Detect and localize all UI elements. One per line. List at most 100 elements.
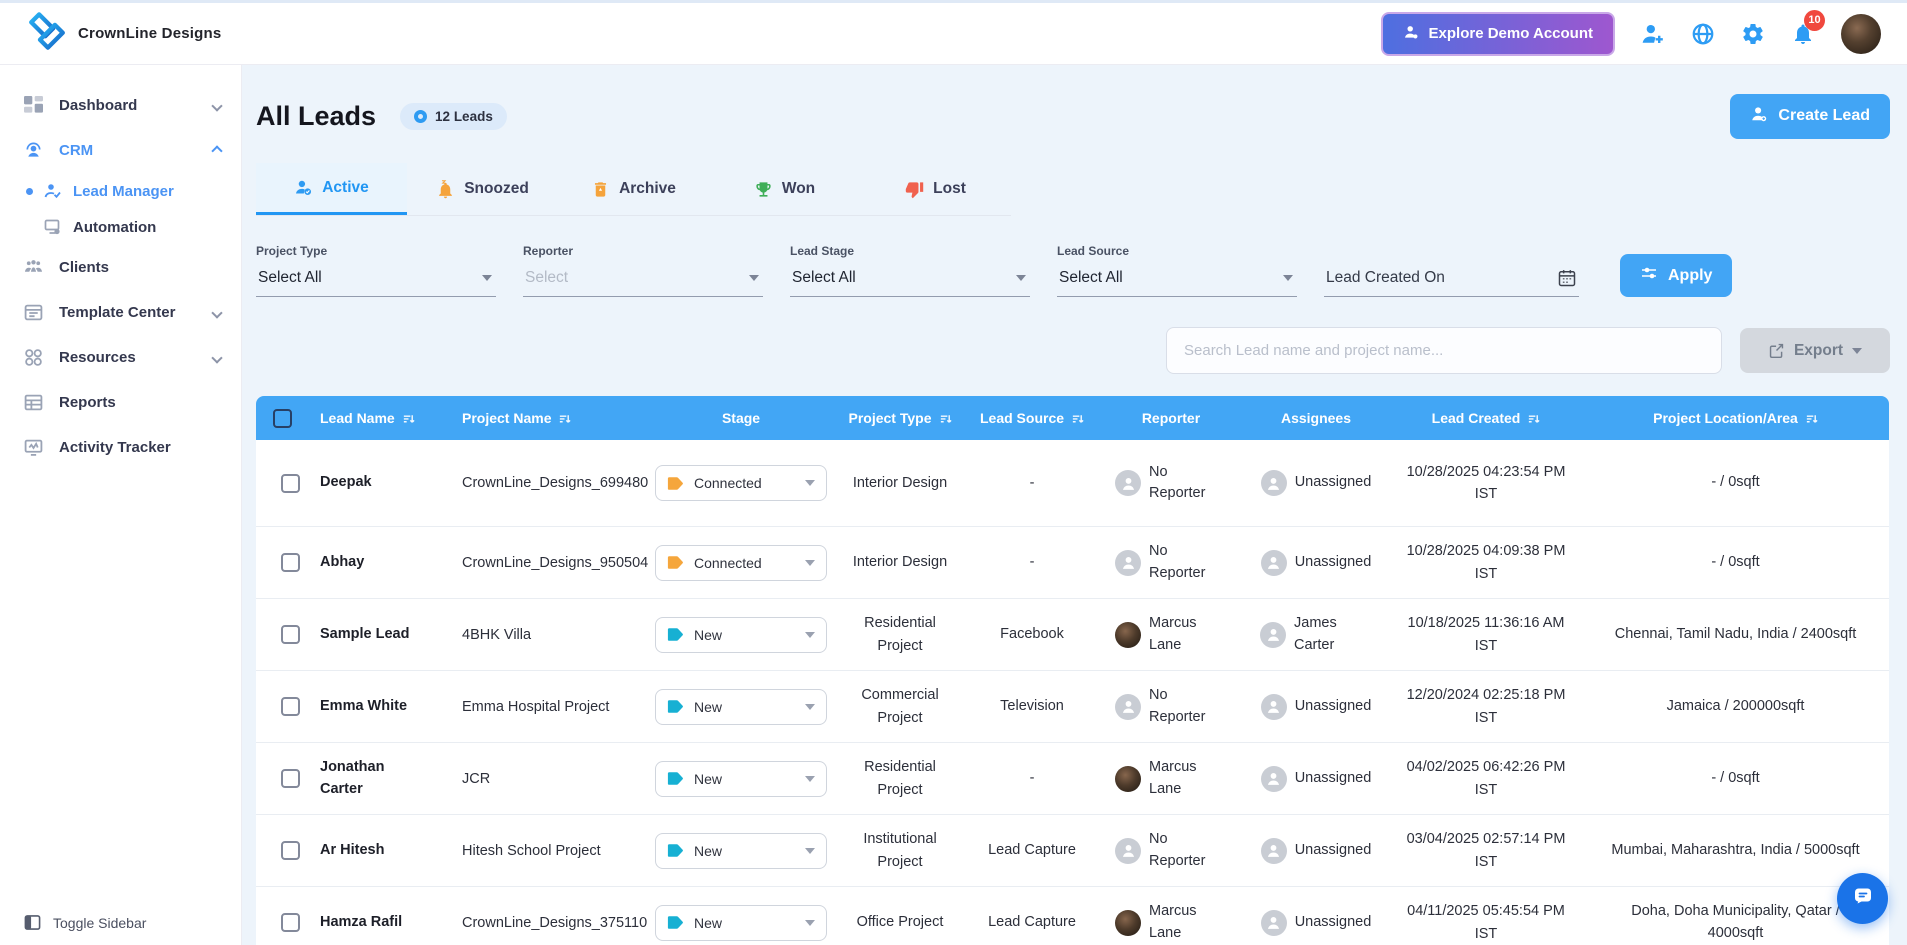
assignee-name: James Carter xyxy=(1294,613,1372,655)
lead-name[interactable]: Hamza Rafil xyxy=(320,912,402,934)
sidebar-item-label: CRM xyxy=(59,142,93,159)
stage-select[interactable]: New xyxy=(655,833,827,869)
sidebar-item-template-center[interactable]: Template Center xyxy=(0,290,241,335)
sidebar-item-reports[interactable]: Reports xyxy=(0,380,241,425)
lead-stage-select[interactable]: Select All xyxy=(790,267,1030,297)
sidebar-item-clients[interactable]: Clients xyxy=(0,245,241,290)
lead-source: - xyxy=(1030,767,1035,789)
project-type: Commercial Project xyxy=(844,684,956,729)
table-row[interactable]: Sample Lead 4BHK Villa New Residential P… xyxy=(256,598,1889,670)
notifications-bell-icon[interactable]: 10 xyxy=(1791,22,1815,46)
lead-name[interactable]: Abhay xyxy=(320,552,364,574)
row-checkbox[interactable] xyxy=(281,913,300,932)
caret-down-icon xyxy=(482,275,492,281)
stage-select[interactable]: Connected xyxy=(655,465,827,501)
create-lead-button[interactable]: Create Lead xyxy=(1730,94,1890,139)
search-input[interactable] xyxy=(1166,327,1722,374)
tab-label: Lost xyxy=(933,180,966,198)
column-header-assignees[interactable]: Assignees xyxy=(1242,410,1390,426)
sort-icon[interactable] xyxy=(558,412,571,425)
sidebar-item-dashboard[interactable]: Dashboard xyxy=(0,83,241,128)
filter-label: Lead Stage xyxy=(790,244,1030,258)
lead-name[interactable]: Ar Hitesh xyxy=(320,840,384,862)
lead-name[interactable]: Jonathan Carter xyxy=(320,757,416,801)
filters-row: Project Type Select All Reporter Select … xyxy=(256,244,1890,297)
stage-select[interactable]: New xyxy=(655,617,827,653)
table-row[interactable]: Ar Hitesh Hitesh School Project New Inst… xyxy=(256,814,1889,886)
row-checkbox[interactable] xyxy=(281,474,300,493)
sidebar-item-automation[interactable]: Automation xyxy=(0,209,241,245)
row-checkbox[interactable] xyxy=(281,697,300,716)
project-type-select[interactable]: Select All xyxy=(256,267,496,297)
table-row[interactable]: Jonathan Carter JCR New Residential Proj… xyxy=(256,742,1889,814)
sort-icon[interactable] xyxy=(1071,412,1084,425)
add-user-icon[interactable] xyxy=(1641,22,1665,46)
column-header-lead-name[interactable]: Lead Name xyxy=(308,410,450,426)
sidebar-item-crm[interactable]: CRM xyxy=(0,128,241,173)
apply-filters-button[interactable]: Apply xyxy=(1620,254,1732,297)
stage-select[interactable]: New xyxy=(655,761,827,797)
caret-down-icon xyxy=(1852,348,1862,354)
lead-source-select[interactable]: Select All xyxy=(1057,267,1297,297)
user-avatar[interactable] xyxy=(1841,14,1881,54)
column-header-stage[interactable]: Stage xyxy=(646,410,836,426)
tab-lost[interactable]: Lost xyxy=(860,163,1011,215)
column-header-project-location[interactable]: Project Location/Area xyxy=(1582,410,1889,426)
brand[interactable]: CrownLine Designs xyxy=(26,10,221,57)
stage-select[interactable]: Connected xyxy=(655,545,827,581)
table-row[interactable]: Deepak CrownLine_Designs_699480 Connecte… xyxy=(256,440,1889,526)
tab-won[interactable]: Won xyxy=(709,163,860,215)
toggle-sidebar-button[interactable]: Toggle Sidebar xyxy=(24,914,146,931)
sort-icon[interactable] xyxy=(1805,412,1818,425)
tab-archive[interactable]: Archive xyxy=(558,163,709,215)
lead-name[interactable]: Emma White xyxy=(320,696,407,718)
stage-select[interactable]: New xyxy=(655,905,827,941)
filter-reporter: Reporter Select xyxy=(523,244,763,297)
row-checkbox[interactable] xyxy=(281,553,300,572)
sidebar-item-lead-manager[interactable]: Lead Manager xyxy=(0,173,241,209)
lead-name[interactable]: Sample Lead xyxy=(320,624,409,646)
brand-name: CrownLine Designs xyxy=(78,25,221,42)
tab-active[interactable]: Active xyxy=(256,163,407,215)
leads-tabs: Active Snoozed Archive xyxy=(256,163,1011,216)
lead-created-on-field[interactable]: Lead Created On xyxy=(1324,266,1579,297)
lead-name[interactable]: Deepak xyxy=(320,472,372,494)
chat-widget-button[interactable] xyxy=(1837,873,1888,924)
stage-select[interactable]: New xyxy=(655,689,827,725)
active-bullet xyxy=(26,188,33,195)
column-header-reporter[interactable]: Reporter xyxy=(1100,410,1242,426)
assignee-avatar xyxy=(1261,910,1287,936)
sort-icon[interactable] xyxy=(402,412,415,425)
automation-icon xyxy=(44,218,62,236)
assignee-name: Unassigned xyxy=(1295,768,1372,789)
apply-label: Apply xyxy=(1668,267,1712,285)
table-row[interactable]: Abhay CrownLine_Designs_950504 Connected… xyxy=(256,526,1889,598)
leads-table-header: Lead Name Project Name Stage Project Typ… xyxy=(256,396,1889,440)
row-checkbox[interactable] xyxy=(281,769,300,788)
sort-icon[interactable] xyxy=(1527,412,1540,425)
column-header-lead-created[interactable]: Lead Created xyxy=(1390,410,1582,426)
table-row[interactable]: Hamza Rafil CrownLine_Designs_375110 New… xyxy=(256,886,1889,945)
reporter-select[interactable]: Select xyxy=(523,267,763,297)
sidebar-item-label: Reports xyxy=(59,394,116,411)
sidebar-item-resources[interactable]: Resources xyxy=(0,335,241,380)
row-checkbox[interactable] xyxy=(281,841,300,860)
stage-value: New xyxy=(694,915,722,931)
column-header-project-name[interactable]: Project Name xyxy=(450,410,646,426)
search-row: Export xyxy=(256,327,1890,374)
table-row[interactable]: Emma White Emma Hospital Project New Com… xyxy=(256,670,1889,742)
active-person-icon xyxy=(294,178,313,197)
explore-demo-button[interactable]: Explore Demo Account xyxy=(1381,12,1615,56)
globe-icon[interactable] xyxy=(1691,22,1715,46)
column-header-project-type[interactable]: Project Type xyxy=(836,410,964,426)
tab-snoozed[interactable]: Snoozed xyxy=(407,163,558,215)
select-all-checkbox[interactable] xyxy=(273,409,292,428)
assignee-avatar xyxy=(1260,622,1286,648)
gear-icon[interactable] xyxy=(1741,22,1765,46)
row-checkbox[interactable] xyxy=(281,625,300,644)
sort-icon[interactable] xyxy=(939,412,952,425)
assignee-name: Unassigned xyxy=(1295,472,1372,493)
export-button[interactable]: Export xyxy=(1740,328,1890,373)
sidebar-item-activity-tracker[interactable]: Activity Tracker xyxy=(0,425,241,470)
column-header-lead-source[interactable]: Lead Source xyxy=(964,410,1100,426)
